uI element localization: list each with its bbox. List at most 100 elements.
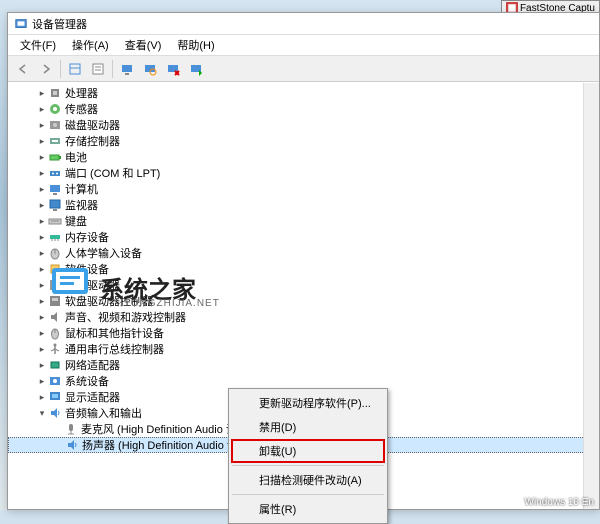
expand-icon[interactable]: ▸ [36,312,48,323]
sensor-icon [48,102,62,116]
expand-icon[interactable]: ▸ [36,120,48,131]
tree-node-battery[interactable]: ▸ 电池 [8,149,599,165]
toolbar-back-button[interactable] [12,58,34,80]
expand-icon[interactable]: ▸ [36,328,48,339]
node-label: 软盘驱动器 [65,277,120,293]
computer-icon [120,62,134,76]
toolbar-show-hidden-button[interactable] [64,58,86,80]
display-icon [48,390,62,404]
memory-icon [48,230,62,244]
toolbar-separator [112,60,113,78]
node-label: 网络适配器 [65,357,120,373]
toolbar-properties-button[interactable] [87,58,109,80]
toolbar-update-button[interactable] [185,58,207,80]
expand-icon[interactable]: ▸ [36,104,48,115]
port-icon [48,166,62,180]
expand-icon[interactable]: ▸ [36,88,48,99]
expand-icon[interactable]: ▸ [36,392,48,403]
toolbar-uninstall-button[interactable] [162,58,184,80]
scrollbar[interactable] [583,83,599,509]
disk-icon [48,118,62,132]
tree-node-cpu[interactable]: ▸ 处理器 [8,85,599,101]
tree-node-disk[interactable]: ▸磁盘驱动器 [8,117,599,133]
toolbar-scan-button[interactable] [139,58,161,80]
monitor-icon [48,198,62,212]
expand-icon[interactable]: ▸ [36,168,48,179]
node-label: 系统设备 [65,373,109,389]
context-menu-item[interactable]: 禁用(D) [231,415,385,439]
menu-file[interactable]: 文件(F) [12,35,64,55]
expand-icon[interactable]: ▸ [36,264,48,275]
tree-node-software[interactable]: ▸软件设备 [8,261,599,277]
node-label: 鼠标和其他指针设备 [65,325,164,341]
toolbar-refresh-button[interactable] [116,58,138,80]
software-icon [48,262,62,276]
node-label: 键盘 [65,213,87,229]
tree-node-network[interactable]: ▸ 网络适配器 [8,357,599,373]
node-label: 处理器 [65,85,98,101]
expand-icon[interactable]: ▸ [36,152,48,163]
tree-node-usb[interactable]: ▸通用串行总线控制器 [8,341,599,357]
tree-icon [68,62,82,76]
tree-node-audio[interactable]: ▸ 声音、视频和游戏控制器 [8,309,599,325]
tree-node-storage[interactable]: ▸存储控制器 [8,133,599,149]
context-menu-item[interactable]: 更新驱动程序软件(P)... [231,391,385,415]
node-label: 音频输入和输出 [65,405,142,421]
toolbar [8,56,599,82]
back-arrow-icon [16,62,30,76]
expand-icon[interactable]: ▸ [36,280,48,291]
node-label: 计算机 [65,181,98,197]
expand-icon[interactable]: ▸ [36,136,48,147]
tree-node-port[interactable]: ▸端口 (COM 和 LPT) [8,165,599,181]
window-title: 设备管理器 [32,16,87,32]
tree-node-monitor[interactable]: ▸ 监视器 [8,197,599,213]
tree-node-memory[interactable]: ▸ 内存设备 [8,229,599,245]
tree-node-floppy[interactable]: ▸ 软盘驱动器 [8,277,599,293]
expand-icon[interactable]: ▸ [36,248,48,259]
storage-icon [48,134,62,148]
context-menu: 更新驱动程序软件(P)...禁用(D)卸载(U) 扫描检测硬件改动(A) 属性(R) [228,388,388,524]
speaker-icon [65,438,79,452]
system-icon [48,374,62,388]
tree-node-hid[interactable]: ▸人体学输入设备 [8,245,599,261]
floppy-icon [48,278,62,292]
titlebar: 设备管理器 [8,13,599,35]
expand-icon[interactable]: ▾ [36,408,48,419]
node-label: 内存设备 [65,229,109,245]
node-label: 电池 [65,149,87,165]
node-label: 扬声器 (High Definition Audio 设备) [82,437,253,453]
menu-action[interactable]: 操作(A) [64,35,117,55]
expand-icon[interactable]: ▸ [36,360,48,371]
context-menu-item[interactable]: 卸载(U) [231,439,385,463]
menu-help[interactable]: 帮助(H) [169,35,222,55]
battery-icon [48,150,62,164]
menu-view[interactable]: 查看(V) [117,35,170,55]
tree-node-floppyctl[interactable]: ▸软盘驱动器控制器 [8,293,599,309]
node-label: 监视器 [65,197,98,213]
tree-node-sensor[interactable]: ▸传感器 [8,101,599,117]
tree-node-keyboard[interactable]: ▸ 键盘 [8,213,599,229]
expand-icon[interactable]: ▸ [36,376,48,387]
context-menu-separator [232,494,384,495]
expand-icon[interactable]: ▸ [36,232,48,243]
scan-icon [143,62,157,76]
node-label: 声音、视频和游戏控制器 [65,309,186,325]
audioinout-icon [48,406,62,420]
toolbar-forward-button[interactable] [35,58,57,80]
expand-icon[interactable]: ▸ [36,344,48,355]
node-label: 麦克风 (High Definition Audio 设备) [81,421,252,437]
cpu-icon [48,86,62,100]
expand-icon[interactable]: ▸ [36,216,48,227]
tree-node-mouse[interactable]: ▸ 鼠标和其他指针设备 [8,325,599,341]
tree-node-system[interactable]: ▸ 系统设备 [8,373,599,389]
expand-icon[interactable]: ▸ [36,184,48,195]
node-label: 显示适配器 [65,389,120,405]
expand-icon[interactable]: ▸ [36,296,48,307]
usb-icon [48,342,62,356]
mic-icon [64,422,78,436]
context-menu-item[interactable]: 属性(R) [231,497,385,521]
menubar: 文件(F) 操作(A) 查看(V) 帮助(H) [8,35,599,56]
context-menu-item[interactable]: 扫描检测硬件改动(A) [231,468,385,492]
tree-node-computer[interactable]: ▸ 计算机 [8,181,599,197]
expand-icon[interactable]: ▸ [36,200,48,211]
